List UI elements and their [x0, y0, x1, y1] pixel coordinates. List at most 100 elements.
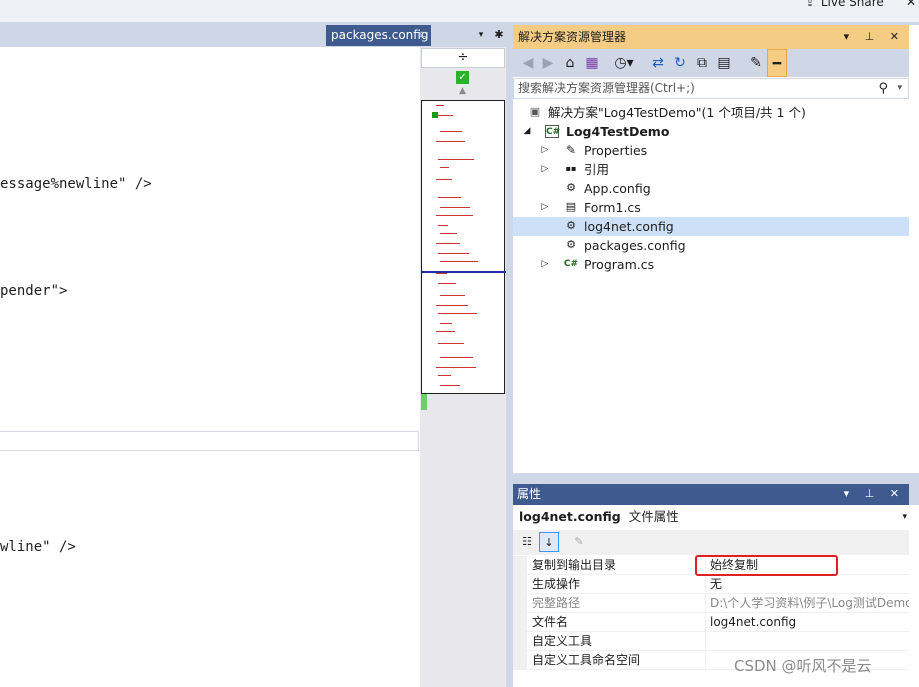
tree-item-log4net-config[interactable]: ⚙ log4net.config	[513, 217, 909, 236]
live-share-icon: ⇪	[804, 0, 816, 9]
history-icon[interactable]: ◷▾	[613, 49, 635, 77]
categorized-icon[interactable]: ☷	[517, 532, 537, 552]
wrench-icon: ✎	[565, 143, 577, 157]
csharp-project-icon: C#	[545, 125, 561, 138]
tree-item-app-config[interactable]: ⚙ App.config	[513, 179, 909, 198]
code-line: wline" />	[0, 539, 76, 555]
sync-icon[interactable]: ⇄	[649, 49, 667, 77]
code-line: essage%newline" />	[0, 176, 152, 192]
tree-item-form1[interactable]: ▷ ▤ Form1.cs	[513, 198, 909, 217]
minimap-line	[436, 243, 460, 244]
tree-item-label: log4net.config	[584, 219, 674, 234]
split-editor-icon[interactable]: ÷	[421, 48, 505, 68]
wrench-icon[interactable]: ✎	[747, 49, 765, 77]
minimap-line	[440, 261, 478, 262]
expand-icon[interactable]: ▷	[539, 160, 551, 179]
row-gutter	[513, 632, 527, 651]
form-icon: ▤	[565, 200, 577, 213]
tree-item-project[interactable]: ◢ C# Log4TestDemo	[513, 122, 909, 141]
expand-icon[interactable]: ▷	[539, 255, 551, 274]
expand-icon[interactable]: ▷	[539, 141, 551, 160]
minimap-marker	[432, 112, 438, 118]
editor-tab-packages-config[interactable]: packages.config ⊏	[326, 25, 431, 46]
search-dropdown-icon[interactable]: ▾	[897, 79, 902, 98]
config-file-icon: ⚙	[566, 219, 576, 232]
chevron-down-icon[interactable]: ▾	[902, 507, 907, 527]
minimap-line	[440, 357, 473, 358]
minimap-line	[436, 331, 455, 332]
back-icon[interactable]: ◀	[519, 49, 537, 77]
editor-tab-strip	[0, 22, 511, 47]
tab-dropdown-icon[interactable]: ▾	[475, 30, 487, 42]
minimap-line	[436, 105, 444, 106]
tree-item-solution[interactable]: ▣ 解决方案"Log4TestDemo"(1 个项目/共 1 个)	[513, 103, 909, 122]
tree-item-program-cs[interactable]: ▷ C# Program.cs	[513, 255, 909, 274]
solution-search-input[interactable]: 搜索解决方案资源管理器(Ctrl+;) ⚲ ▾	[513, 78, 909, 99]
object-type: 文件属性	[628, 509, 679, 524]
scroll-up-icon[interactable]: ▲	[456, 86, 469, 96]
solution-explorer-toolbar: ◀ ▶ ⌂ ▦ ◷▾ ⇄ ↻ ⧉ ▤ ✎ ━	[513, 49, 909, 77]
property-pages-icon[interactable]: ✎	[569, 532, 589, 552]
minimap-line	[438, 283, 456, 284]
property-name: 自定义工具命名空间	[532, 651, 706, 669]
config-file-icon: ⚙	[566, 181, 576, 194]
property-row[interactable]: 生成操作 无	[513, 575, 909, 594]
code-minimap[interactable]	[421, 100, 506, 394]
property-value[interactable]: D:\个人学习资料\例子\Log测试Demo	[710, 594, 909, 612]
minimap-viewport-line	[422, 271, 506, 273]
property-row[interactable]: 自定义工具	[513, 632, 909, 651]
property-name: 完整路径	[532, 594, 706, 612]
tree-item-label: packages.config	[584, 238, 686, 253]
row-gutter	[513, 594, 527, 613]
tree-item-label: App.config	[584, 181, 651, 196]
row-gutter	[513, 651, 527, 670]
tree-item-properties[interactable]: ▷ ✎ Properties	[513, 141, 909, 160]
object-name: log4net.config	[519, 509, 621, 524]
expand-icon[interactable]: ◢	[521, 122, 533, 141]
property-name: 生成操作	[532, 575, 706, 593]
refresh-icon[interactable]: ↻	[671, 49, 689, 77]
config-file-icon: ⚙	[566, 238, 576, 251]
home-icon[interactable]: ⌂	[561, 49, 579, 77]
pin-icon[interactable]: ━	[767, 49, 787, 77]
property-row[interactable]: 文件名 log4net.config	[513, 613, 909, 632]
live-share-button[interactable]: ⇪ Live Share	[803, 0, 884, 9]
property-row[interactable]: 完整路径 D:\个人学习资料\例子\Log测试Demo	[513, 594, 909, 613]
minimap-line	[436, 179, 452, 180]
pin-icon[interactable]: ⊏	[419, 25, 427, 45]
property-value[interactable]: 无	[710, 575, 909, 593]
minimap-line	[438, 375, 451, 376]
forward-icon[interactable]: ▶	[539, 49, 557, 77]
csharp-file-icon: C#	[563, 259, 579, 269]
minimap-line	[438, 197, 461, 198]
close-icon[interactable]: ✕	[906, 0, 916, 9]
search-icon[interactable]: ⚲	[878, 79, 888, 98]
properties-object-selector[interactable]: log4net.config 文件属性 ▾	[513, 507, 909, 529]
tree-item-packages-config[interactable]: ⚙ packages.config	[513, 236, 909, 255]
expand-icon[interactable]: ▷	[539, 198, 551, 217]
property-name: 自定义工具	[532, 632, 706, 650]
minimap-line	[440, 295, 465, 296]
panel-window-buttons[interactable]: ▾ ⊥ ✕	[844, 25, 905, 49]
minimap-line	[440, 131, 462, 132]
properties-title: 属性 ▾ ⊥ ✕	[513, 484, 909, 505]
solution-explorer-title: 解决方案资源管理器 ▾ ⊥ ✕	[513, 25, 909, 49]
minimap-line	[438, 343, 464, 344]
property-value[interactable]: log4net.config	[710, 613, 909, 631]
tree-item-references[interactable]: ▷ ▪▪ 引用	[513, 160, 909, 179]
show-all-icon[interactable]: ▤	[715, 49, 733, 77]
watermark: CSDN @听风不是云	[734, 657, 872, 675]
gear-icon[interactable]: ✱	[492, 28, 506, 42]
minimap-line	[438, 159, 474, 160]
minimap-line	[438, 313, 477, 314]
alphabetical-sort-icon[interactable]: ↓	[539, 532, 559, 552]
collapse-icon[interactable]: ⧉	[693, 49, 711, 77]
row-gutter	[513, 575, 527, 594]
minimap-line	[440, 167, 449, 168]
vs-icon[interactable]: ▦	[583, 49, 601, 77]
code-editor[interactable]: essage%newline" /> pender"> wline" />	[0, 47, 420, 687]
panel-window-buttons[interactable]: ▾ ⊥ ✕	[844, 484, 905, 504]
tree-item-label: Form1.cs	[584, 200, 641, 215]
references-icon: ▪▪	[565, 164, 577, 173]
editor-divider	[0, 431, 419, 451]
